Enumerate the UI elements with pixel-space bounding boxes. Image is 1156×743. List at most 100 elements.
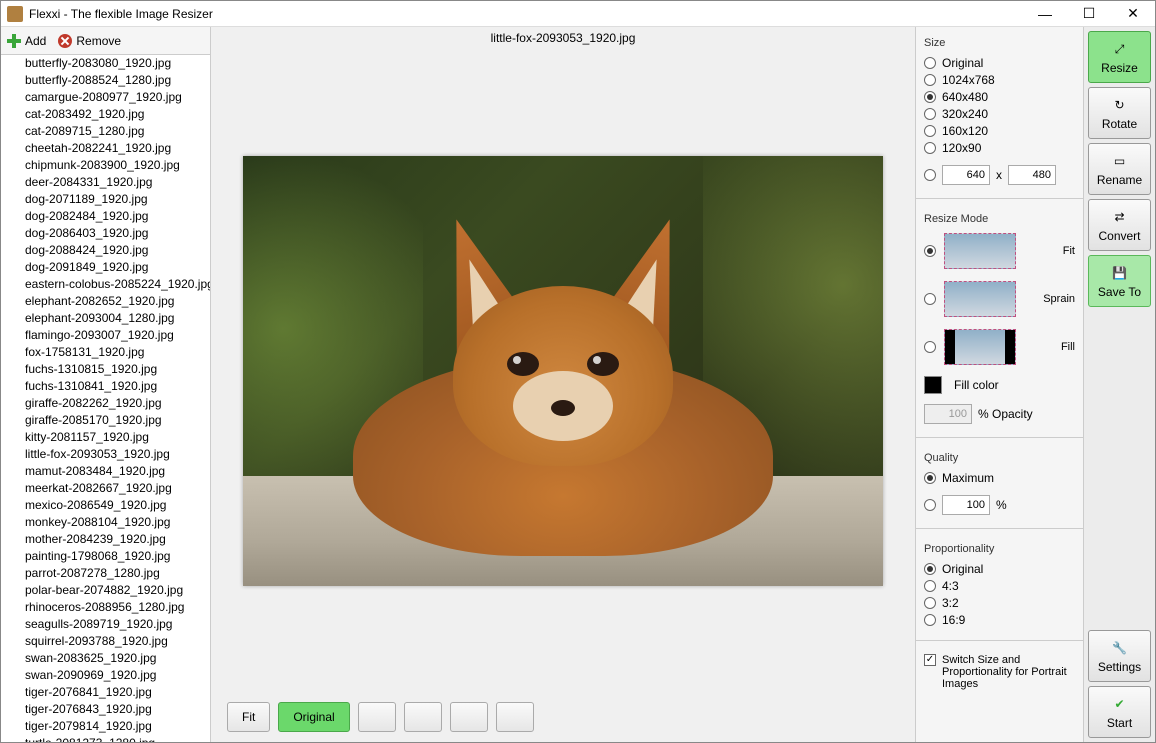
file-item[interactable]: cat-2089715_1280.jpg xyxy=(1,123,210,140)
tab-convert[interactable]: ⇄Convert xyxy=(1088,199,1151,251)
file-item[interactable]: cat-2083492_1920.jpg xyxy=(1,106,210,123)
file-item[interactable]: tiger-2076843_1920.jpg xyxy=(1,701,210,718)
file-item[interactable]: kitty-2081157_1920.jpg xyxy=(1,429,210,446)
settings-icon: 🔧 xyxy=(1110,638,1130,658)
add-button[interactable]: Add xyxy=(7,34,46,48)
file-item[interactable]: flamingo-2093007_1920.jpg xyxy=(1,327,210,344)
file-item[interactable]: cheetah-2082241_1920.jpg xyxy=(1,140,210,157)
file-item[interactable]: swan-2083625_1920.jpg xyxy=(1,650,210,667)
prop-option-label: 4:3 xyxy=(942,579,959,593)
quality-custom-radio[interactable]: 100% xyxy=(924,495,1075,515)
file-item[interactable]: polar-bear-2074882_1920.jpg xyxy=(1,582,210,599)
file-item[interactable]: monkey-2088104_1920.jpg xyxy=(1,514,210,531)
quality-max-radio[interactable]: Maximum xyxy=(924,471,1075,485)
tab-resize[interactable]: ⤢Resize xyxy=(1088,31,1151,83)
size-option[interactable]: 160x120 xyxy=(924,124,1075,138)
file-item[interactable]: elephant-2082652_1920.jpg xyxy=(1,293,210,310)
tab-save-to[interactable]: 💾Save To xyxy=(1088,255,1151,307)
size-custom-radio[interactable]: 640 x 480 xyxy=(924,165,1075,185)
file-item[interactable]: tiger-2079814_1920.jpg xyxy=(1,718,210,735)
fill-color-label: Fill color xyxy=(954,378,999,392)
file-item[interactable]: dog-2091849_1920.jpg xyxy=(1,259,210,276)
prop-option[interactable]: 4:3 xyxy=(924,579,1075,593)
original-button[interactable]: Original xyxy=(278,702,349,732)
file-item[interactable]: fuchs-1310841_1920.jpg xyxy=(1,378,210,395)
file-item[interactable]: butterfly-2083080_1920.jpg xyxy=(1,55,210,72)
size-option[interactable]: 640x480 xyxy=(924,90,1075,104)
remove-button[interactable]: Remove xyxy=(58,34,121,48)
radio-icon xyxy=(924,169,936,181)
file-item[interactable]: painting-1798068_1920.jpg xyxy=(1,548,210,565)
close-button[interactable]: ✕ xyxy=(1111,1,1155,27)
size-option[interactable]: Original xyxy=(924,56,1075,70)
file-item[interactable]: dog-2088424_1920.jpg xyxy=(1,242,210,259)
quality-input[interactable]: 100 xyxy=(942,495,990,515)
file-item[interactable]: eastern-colobus-2085224_1920.jpg xyxy=(1,276,210,293)
radio-icon xyxy=(924,499,936,511)
mode-sprain-radio[interactable]: Sprain xyxy=(924,281,1075,317)
next-button[interactable] xyxy=(496,702,534,732)
maximize-button[interactable]: ☐ xyxy=(1067,1,1111,27)
rotate-icon: ↻ xyxy=(1110,95,1130,115)
file-item[interactable]: squirrel-2093788_1920.jpg xyxy=(1,633,210,650)
radio-icon xyxy=(924,245,936,257)
file-list[interactable]: butterfly-2083080_1920.jpgbutterfly-2088… xyxy=(1,55,210,742)
quality-max-label: Maximum xyxy=(942,471,994,485)
custom-width-input[interactable]: 640 xyxy=(942,165,990,185)
file-item[interactable]: butterfly-2088524_1280.jpg xyxy=(1,72,210,89)
radio-icon xyxy=(924,91,936,103)
start-button[interactable]: ✔Start xyxy=(1088,686,1151,738)
resize-icon: ⤢ xyxy=(1110,39,1130,59)
add-label: Add xyxy=(25,34,46,48)
custom-height-input[interactable]: 480 xyxy=(1008,165,1056,185)
file-item[interactable]: mother-2084239_1920.jpg xyxy=(1,531,210,548)
switch-checkbox[interactable] xyxy=(924,654,936,666)
minimize-button[interactable]: — xyxy=(1023,1,1067,27)
file-item[interactable]: parrot-2087278_1280.jpg xyxy=(1,565,210,582)
radio-icon xyxy=(924,472,936,484)
remove-label: Remove xyxy=(76,34,121,48)
file-item[interactable]: mamut-2083484_1920.jpg xyxy=(1,463,210,480)
fit-button[interactable]: Fit xyxy=(227,702,270,732)
opacity-input[interactable]: 100 xyxy=(924,404,972,424)
file-item[interactable]: tiger-2076841_1920.jpg xyxy=(1,684,210,701)
tab-rotate[interactable]: ↻Rotate xyxy=(1088,87,1151,139)
file-item[interactable]: fuchs-1310815_1920.jpg xyxy=(1,361,210,378)
file-item[interactable]: giraffe-2085170_1920.jpg xyxy=(1,412,210,429)
mode-fit-radio[interactable]: Fit xyxy=(924,233,1075,269)
prop-option[interactable]: 3:2 xyxy=(924,596,1075,610)
file-item[interactable]: mexico-2086549_1920.jpg xyxy=(1,497,210,514)
zoom-out-button[interactable] xyxy=(404,702,442,732)
size-option[interactable]: 320x240 xyxy=(924,107,1075,121)
prev-button[interactable] xyxy=(450,702,488,732)
prop-option[interactable]: 16:9 xyxy=(924,613,1075,627)
file-item[interactable]: seagulls-2089719_1920.jpg xyxy=(1,616,210,633)
file-item[interactable]: little-fox-2093053_1920.jpg xyxy=(1,446,210,463)
file-item[interactable]: rhinoceros-2088956_1280.jpg xyxy=(1,599,210,616)
size-option[interactable]: 120x90 xyxy=(924,141,1075,155)
file-item[interactable]: elephant-2093004_1280.jpg xyxy=(1,310,210,327)
mode-fill-radio[interactable]: Fill xyxy=(924,329,1075,365)
file-item[interactable]: giraffe-2082262_1920.jpg xyxy=(1,395,210,412)
preview-panel: little-fox-2093053_1920.jpg Fit Original xyxy=(211,27,915,742)
file-item[interactable]: chipmunk-2083900_1920.jpg xyxy=(1,157,210,174)
action-panel: ⤢Resize ↻Rotate ▭Rename ⇄Convert 💾Save T… xyxy=(1083,27,1155,742)
mode-fit-label: Fit xyxy=(1024,245,1075,257)
prop-title: Proportionality xyxy=(924,543,1075,555)
file-item[interactable]: deer-2084331_1920.jpg xyxy=(1,174,210,191)
size-option[interactable]: 1024x768 xyxy=(924,73,1075,87)
file-item[interactable]: camargue-2080977_1920.jpg xyxy=(1,89,210,106)
file-item[interactable]: fox-1758131_1920.jpg xyxy=(1,344,210,361)
file-item[interactable]: dog-2071189_1920.jpg xyxy=(1,191,210,208)
file-item[interactable]: swan-2090969_1920.jpg xyxy=(1,667,210,684)
file-item[interactable]: dog-2082484_1920.jpg xyxy=(1,208,210,225)
file-item[interactable]: dog-2086403_1920.jpg xyxy=(1,225,210,242)
fill-color-swatch[interactable] xyxy=(924,376,942,394)
app-icon xyxy=(7,6,23,22)
file-item[interactable]: turtle-2081273_1280.jpg xyxy=(1,735,210,742)
settings-button[interactable]: 🔧Settings xyxy=(1088,630,1151,682)
file-item[interactable]: meerkat-2082667_1920.jpg xyxy=(1,480,210,497)
zoom-in-button[interactable] xyxy=(358,702,396,732)
prop-option[interactable]: Original xyxy=(924,562,1075,576)
tab-rename[interactable]: ▭Rename xyxy=(1088,143,1151,195)
